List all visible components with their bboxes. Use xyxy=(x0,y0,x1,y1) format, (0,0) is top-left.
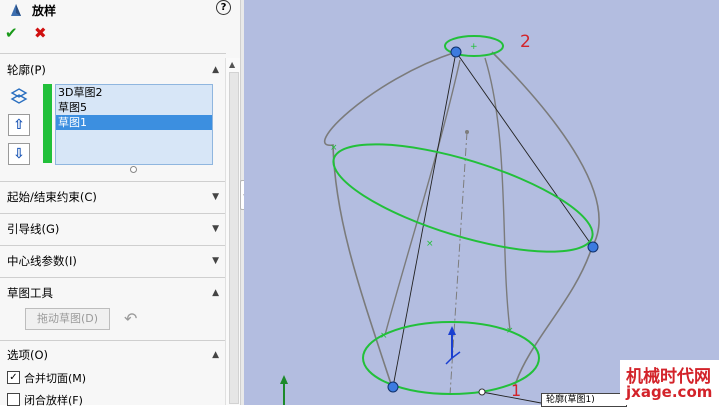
ok-cancel-bar: ✔ ✖ xyxy=(0,24,240,44)
chevron-up-icon[interactable]: ▲ xyxy=(212,65,219,75)
graphics-viewport[interactable]: × × × × + xyxy=(244,0,719,405)
property-manager: 放样 ? ✔ ✖ 轮廓(P) ▲ ⇧ ⇩ 3D草图2 草图5 草图1 起始/结束… xyxy=(0,0,244,407)
svg-text:+: + xyxy=(470,42,478,52)
profile-listbox[interactable]: 3D草图2 草图5 草图1 xyxy=(55,84,213,165)
scrollbar-thumb[interactable] xyxy=(229,72,239,404)
question-icon[interactable]: ? xyxy=(216,0,231,15)
axis-z xyxy=(445,357,453,365)
merge-tangent-faces-label: 合并切面(M) xyxy=(24,372,87,385)
section-start-end-label: 起始/结束约束(C) xyxy=(7,190,97,204)
chevron-down-icon[interactable]: ▼ xyxy=(212,192,219,202)
label-1: 1 xyxy=(511,381,522,400)
close-icon[interactable]: ✖ xyxy=(34,24,47,42)
section-sketch-tools-header[interactable]: 草图工具 ▲ xyxy=(7,284,221,302)
svg-text:×: × xyxy=(330,143,338,153)
divider xyxy=(0,213,226,214)
section-profile-label: 轮廓(P) xyxy=(7,63,46,77)
close-loft-label: 闭合放样(F) xyxy=(24,394,83,407)
divider xyxy=(0,245,226,246)
section-profile-header[interactable]: 轮廓(P) ▲ xyxy=(7,61,221,79)
section-options-label: 选项(O) xyxy=(7,348,49,362)
divider xyxy=(0,277,226,278)
svg-text:×: × xyxy=(426,239,434,249)
move-up-button[interactable]: ⇧ xyxy=(8,114,30,136)
list-item-selected[interactable]: 草图1 xyxy=(56,115,212,130)
list-item[interactable]: 草图5 xyxy=(56,100,212,115)
svg-text:×: × xyxy=(506,326,514,336)
chevron-down-icon[interactable]: ▼ xyxy=(212,224,219,234)
section-centerline-label: 中心线参数(I) xyxy=(7,254,77,268)
profile-color-bar xyxy=(43,84,52,163)
section-options-header[interactable]: 选项(O) ▲ xyxy=(7,346,221,364)
section-guides-label: 引导线(G) xyxy=(7,222,60,236)
sketch-point xyxy=(450,46,462,58)
undo-icon[interactable]: ↶ xyxy=(124,309,137,328)
title-bar: 放样 xyxy=(0,0,240,20)
merge-tangent-faces-checkbox[interactable]: ✓ xyxy=(7,371,20,384)
center-point xyxy=(465,130,469,134)
label-2: 2 xyxy=(520,32,531,52)
chevron-up-icon[interactable]: ▲ xyxy=(212,288,219,298)
section-centerline-header[interactable]: 中心线参数(I) ▼ xyxy=(7,252,221,270)
divider xyxy=(0,340,226,341)
section-start-end-header[interactable]: 起始/结束约束(C) ▼ xyxy=(7,188,221,206)
sketch-point xyxy=(387,381,399,393)
svg-text:×: × xyxy=(380,331,388,341)
sketch-point xyxy=(587,241,599,253)
divider xyxy=(0,53,226,54)
axis-x xyxy=(451,351,461,359)
panel-scrollbar[interactable]: ▲ xyxy=(225,58,240,405)
connector-line xyxy=(392,51,457,388)
panel-title: 放样 xyxy=(32,3,57,18)
loft-guide-curve xyxy=(384,59,461,336)
chevron-down-icon[interactable]: ▼ xyxy=(212,256,219,266)
check-icon[interactable]: ✔ xyxy=(5,24,18,42)
list-item[interactable]: 3D草图2 xyxy=(56,85,212,100)
loft-preview-drawing: × × × × + xyxy=(280,35,600,405)
watermark-url: jxage.com xyxy=(626,383,713,401)
drag-sketch-button[interactable]: 拖动草图(D) xyxy=(25,308,110,330)
section-sketch-tools-label: 草图工具 xyxy=(7,286,53,300)
loft-guide-curve xyxy=(324,51,457,388)
callout-anchor xyxy=(478,388,486,396)
chevron-up-icon[interactable]: ▲ xyxy=(212,350,219,360)
loft-feature-icon xyxy=(11,4,21,16)
scroll-up-icon[interactable]: ▲ xyxy=(229,60,235,69)
profile-icon xyxy=(10,88,28,104)
triad-arrow xyxy=(280,375,288,384)
divider xyxy=(0,181,226,182)
list-resize-handle[interactable] xyxy=(130,166,137,173)
section-guides-header[interactable]: 引导线(G) ▼ xyxy=(7,220,221,238)
close-loft-checkbox[interactable] xyxy=(7,393,20,406)
move-down-button[interactable]: ⇩ xyxy=(8,143,30,165)
